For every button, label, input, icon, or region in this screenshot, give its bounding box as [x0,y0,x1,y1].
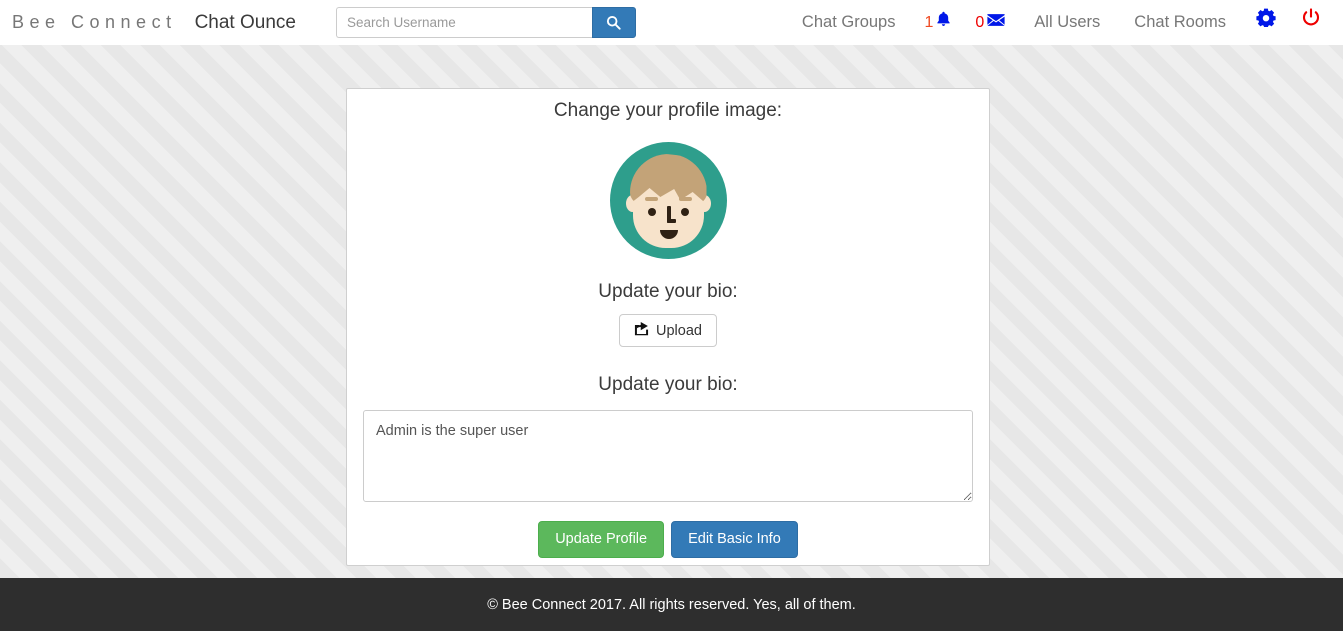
avatar-container [347,142,989,259]
search-icon [606,15,622,30]
avatar-eye-right [680,208,689,216]
navbar-right-links: Chat Groups 1 0 All Users Chat Rooms [785,0,1343,45]
profile-avatar[interactable] [609,142,727,259]
edit-basic-info-button[interactable]: Edit Basic Info [671,521,798,558]
nav-link-chat-rooms[interactable]: Chat Rooms [1117,0,1243,45]
search-form [335,7,636,38]
share-square-icon [634,321,649,340]
search-input[interactable] [335,7,592,38]
envelope-icon [987,0,1005,45]
search-button[interactable] [591,7,636,38]
bio-textarea[interactable] [363,410,973,502]
bio-section-label: Update your bio: [598,374,738,395]
profile-card: Change your profile image: Update your b… [346,88,990,566]
upload-button-label: Upload [656,322,702,339]
settings-link[interactable] [1243,0,1289,45]
page-root: Bee Connect Chat Ounce Chat Groups 1 [0,0,1343,631]
messages-count: 0 [975,14,985,31]
logout-link[interactable] [1289,0,1333,45]
app-name-link[interactable]: Chat Ounce [195,12,296,34]
brand-title: Bee Connect [12,12,177,32]
top-navbar: Bee Connect Chat Ounce Chat Groups 1 [0,0,1343,45]
gear-icon [1256,0,1276,45]
nav-link-all-users[interactable]: All Users [1017,0,1117,45]
avatar-eyebrow-left [644,197,658,201]
avatar-eyebrow-right [678,197,692,201]
footer-copyright: © Bee Connect 2017. All rights reserved.… [487,596,856,613]
bell-icon [936,0,951,45]
action-buttons-row: Update Profile Edit Basic Info [347,521,989,558]
update-profile-button[interactable]: Update Profile [538,521,665,558]
page-title: Change your profile image: [553,100,783,121]
power-icon [1302,0,1320,45]
nav-link-chat-groups[interactable]: Chat Groups [785,0,913,45]
nav-messages[interactable]: 0 [963,0,1017,45]
upload-section-label: Update your bio: [598,281,738,302]
upload-button[interactable]: Upload [619,314,717,347]
nav-notifications[interactable]: 1 [912,0,963,45]
page-footer: © Bee Connect 2017. All rights reserved.… [0,578,1343,631]
upload-row: Upload [347,314,989,347]
bio-field-container [347,410,989,502]
avatar-eye-left [647,208,656,216]
notifications-count: 1 [924,14,934,31]
avatar-nose-base [666,219,676,223]
